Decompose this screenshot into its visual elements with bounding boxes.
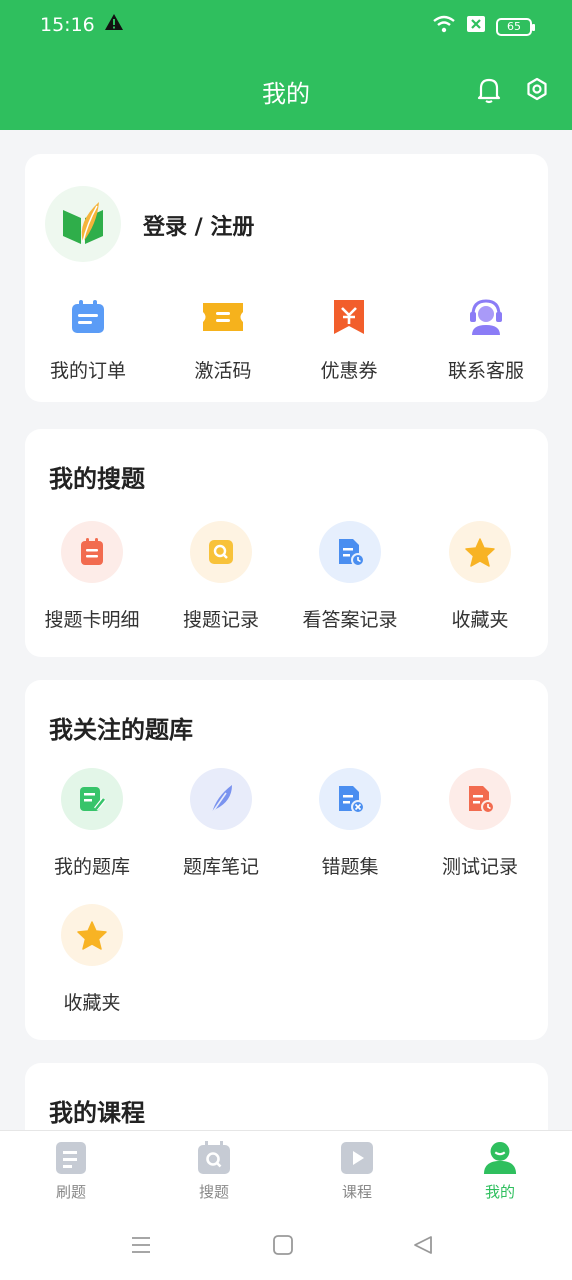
avatar[interactable] [45,186,121,262]
person-icon [483,1141,517,1175]
tab-courses[interactable]: 课程 [307,1141,407,1202]
notepad-icon [61,521,123,583]
item-label: 测试记录 [441,856,518,878]
tab-mine[interactable]: 我的 [450,1141,550,1202]
gear-icon[interactable] [524,76,550,108]
feather-icon [190,768,252,830]
section-title: 我的课程 [49,1099,145,1127]
shortcut-label: 激活码 [194,360,252,382]
my-courses-card: 我的课程 [25,1063,548,1130]
search-card-details[interactable]: 搜题卡明细 [27,521,157,632]
play-icon [340,1141,374,1175]
coupon-icon [318,296,380,338]
my-question-bank[interactable]: 我的题库 [27,768,157,879]
followed-banks-card: 我关注的题库 我的题库 题库笔记 错题集 测试记录 收藏夹 [25,680,548,1040]
item-label: 收藏夹 [63,992,121,1014]
home-icon[interactable] [272,1234,294,1260]
search-history[interactable]: 搜题记录 [156,521,286,632]
headset-icon [455,296,517,338]
tab-practice[interactable]: 刷题 [21,1141,121,1202]
ticket-icon [192,296,254,338]
tab-label: 课程 [341,1183,372,1201]
calendar-icon [57,296,119,338]
status-time: 15:16 [40,14,95,36]
status-bar: 15:16 65 [0,12,572,40]
document-clock-icon [319,521,381,583]
item-label: 搜题卡明细 [44,609,140,631]
back-icon[interactable] [412,1234,434,1260]
wifi-icon [432,14,456,39]
star-icon [61,904,123,966]
document-x-icon [319,768,381,830]
bank-notes[interactable]: 题库笔记 [156,768,286,879]
app-header: 15:16 65 我的 [0,0,572,130]
system-nav-bar [0,1212,572,1280]
menu-icon[interactable] [130,1234,152,1260]
scroll-content[interactable]: 登录 / 注册 我的订单 激活码 优惠券 联系客服 我的搜题 搜题卡明细 搜题记… [0,130,572,1130]
edit-note-icon [61,768,123,830]
sim-icon [466,15,486,38]
shortcut-label: 优惠券 [320,360,378,382]
favorites[interactable]: 收藏夹 [415,521,545,632]
shortcut-customer-service[interactable]: 联系客服 [421,296,551,383]
bottom-tab-bar: 刷题 搜题 课程 我的 [0,1130,572,1212]
bank-favorites[interactable]: 收藏夹 [27,904,157,1015]
tab-label: 搜题 [198,1183,229,1201]
document-clock-icon [449,768,511,830]
star-icon [449,521,511,583]
answer-view-history[interactable]: 看答案记录 [285,521,415,632]
search-icon [197,1141,231,1175]
tab-label: 刷题 [55,1183,86,1201]
section-title: 我关注的题库 [49,716,193,744]
shortcut-my-orders[interactable]: 我的订单 [23,296,153,383]
account-card: 登录 / 注册 我的订单 激活码 优惠券 联系客服 [25,154,548,402]
tab-label: 我的 [484,1183,515,1201]
login-register-link[interactable]: 登录 / 注册 [143,209,254,241]
item-label: 错题集 [321,856,379,878]
search-icon [190,521,252,583]
my-search-card: 我的搜题 搜题卡明细 搜题记录 看答案记录 收藏夹 [25,429,548,657]
warning-icon [104,12,124,37]
wrong-questions[interactable]: 错题集 [285,768,415,879]
document-icon [54,1141,88,1175]
shortcut-label: 联系客服 [447,360,524,382]
shortcut-label: 我的订单 [49,360,126,382]
item-label: 收藏夹 [451,609,509,631]
tab-search[interactable]: 搜题 [164,1141,264,1202]
item-label: 我的题库 [53,856,130,878]
battery-icon: 65 [496,17,535,36]
bell-icon[interactable] [476,76,502,108]
shortcut-activation-code[interactable]: 激活码 [158,296,288,383]
shortcut-coupons[interactable]: 优惠券 [284,296,414,383]
item-label: 搜题记录 [182,609,259,631]
test-records[interactable]: 测试记录 [415,768,545,879]
section-title: 我的搜题 [49,465,145,493]
item-label: 看答案记录 [302,609,398,631]
item-label: 题库笔记 [182,856,259,878]
